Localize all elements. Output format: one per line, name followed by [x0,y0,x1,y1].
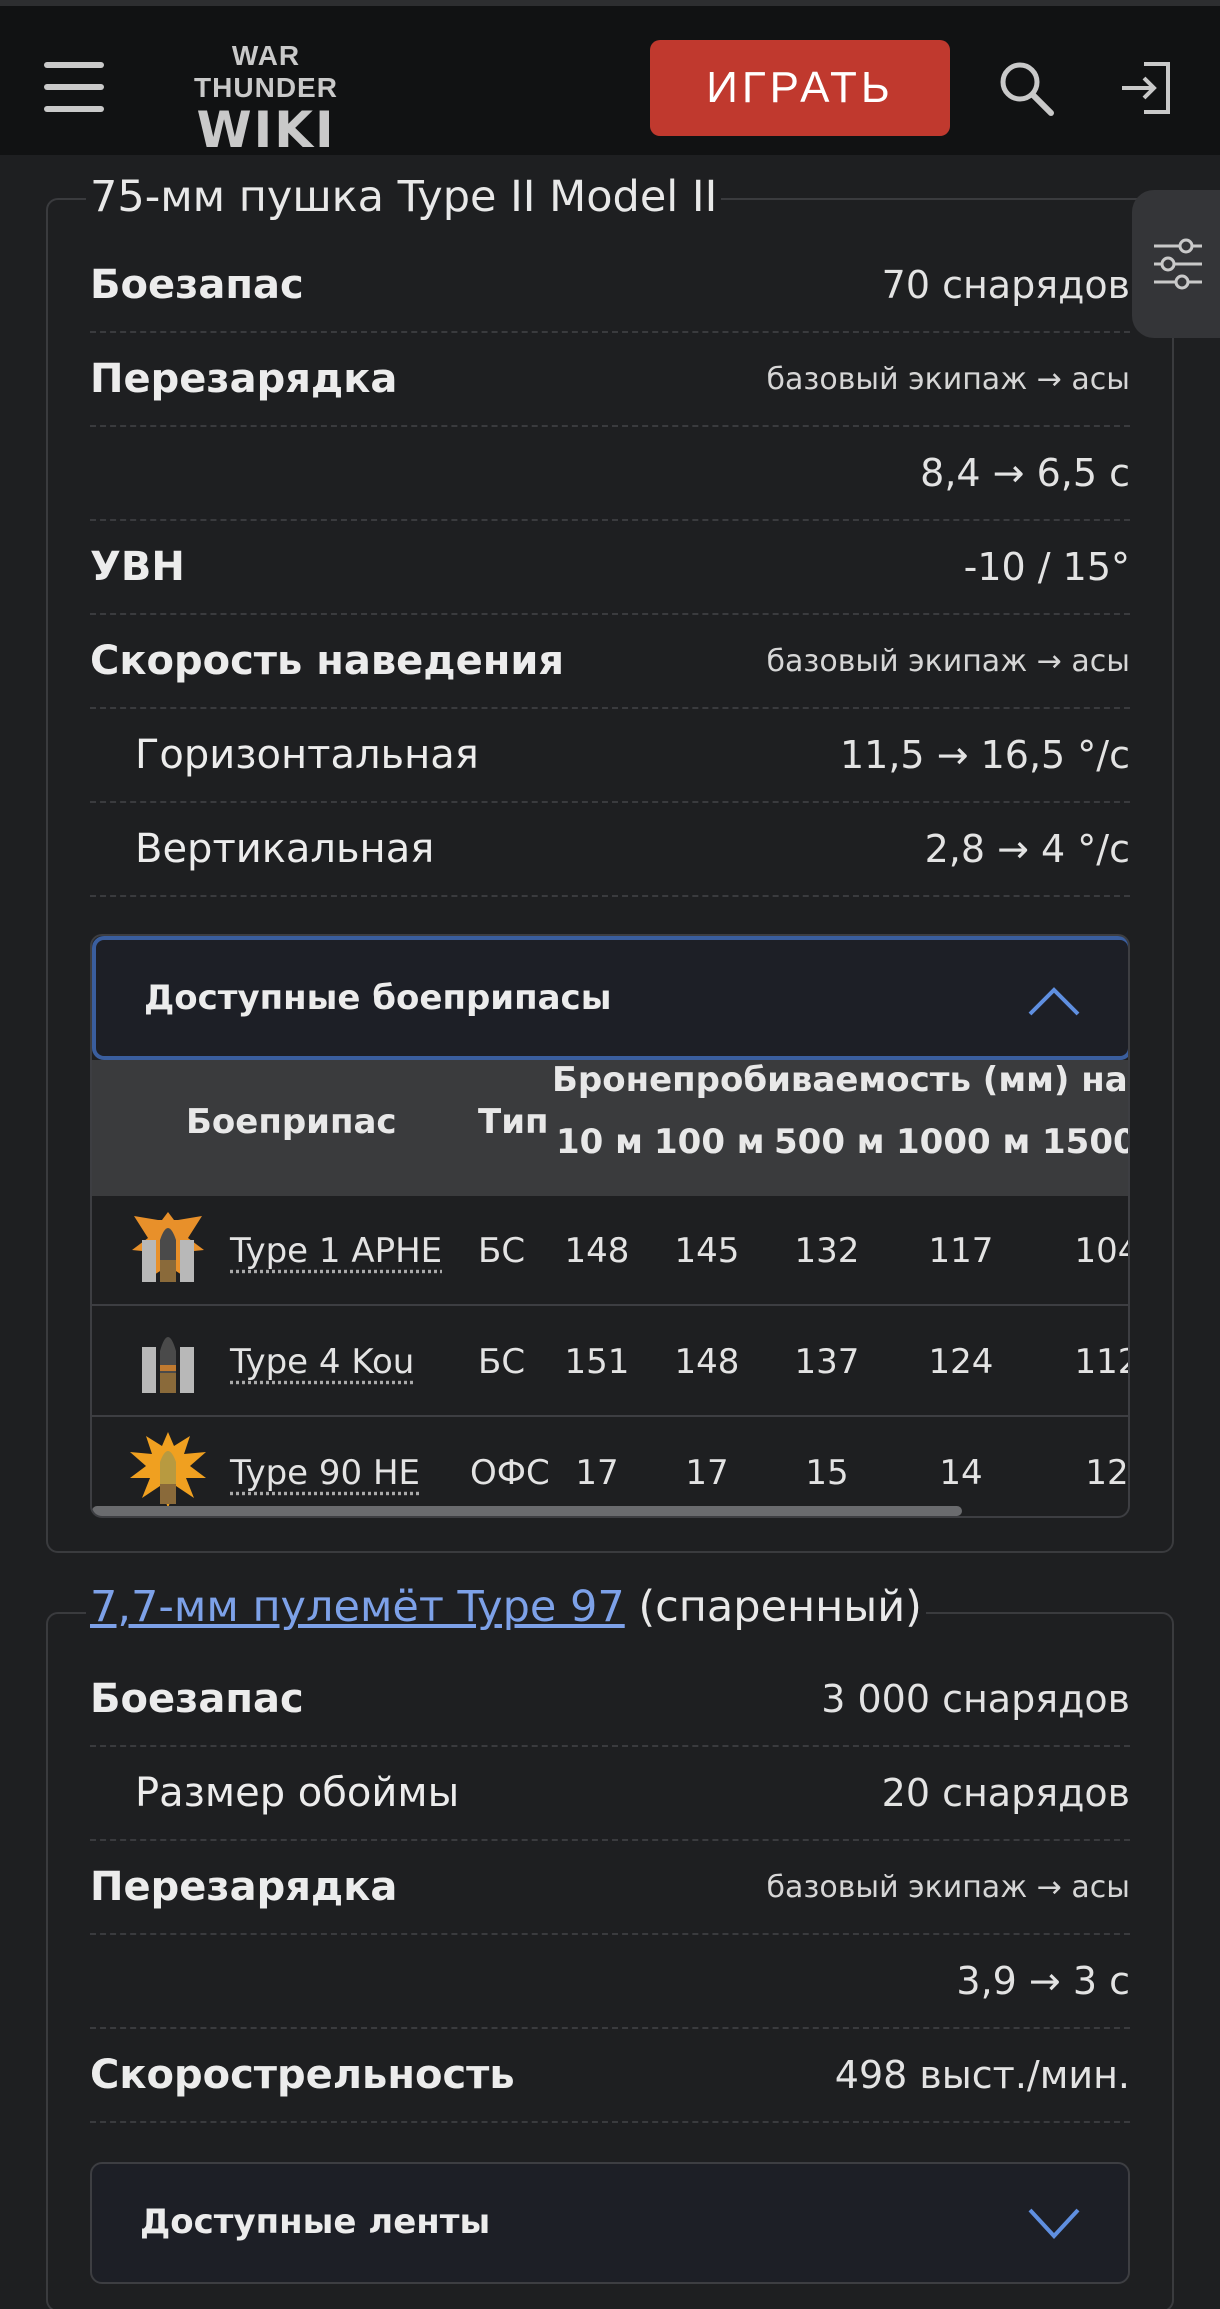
belts-toggle[interactable]: Доступные ленты [90,2162,1130,2284]
search-icon[interactable] [996,58,1056,118]
shell-name-link[interactable]: Type 90 HE [230,1418,420,1516]
shell-name-link[interactable]: Type 4 Kou [230,1307,414,1417]
mg-title-link[interactable]: 7,7-мм пулемёт Type 97 [90,1582,625,1632]
mg-title: 7,7-мм пулемёт Type 97 (спаренный) [86,1582,926,1632]
mg-row-reload: Перезарядка базовый экипаж → асы [90,1841,1130,1935]
gun-row-reload: Перезарядка базовый экипаж → асы [90,333,1130,427]
gun-row-ammo: Боезапас 70 снарядов [90,239,1130,333]
wiki-logo[interactable]: WAR THUNDER WIKI [166,40,366,156]
ammo-panel: Доступные боеприпасы Боеприпас Тип Броне… [90,934,1130,1518]
table-row: Type 1 APHE БС 148 145 132 117 104 [92,1196,1128,1306]
mg-row-clip: Размер обоймы 20 снарядов [90,1747,1130,1841]
table-row: Type 4 Kou БС 151 148 137 124 112 [92,1307,1128,1417]
table-scrollbar[interactable] [92,1506,962,1516]
ap-shell-icon [142,1337,194,1393]
ammo-table-header: Боеприпас Тип Бронепробиваемость (мм) на… [92,1060,1128,1196]
filter-tab[interactable] [1132,190,1220,338]
gun-row-vertical: Вертикальная 2,8 → 4 °/с [90,803,1130,897]
top-header: WAR THUNDER WIKI ИГРАТЬ [0,0,1220,156]
ammo-toggle[interactable]: Доступные боеприпасы [92,936,1128,1060]
gun-title: 75-мм пушка Type II Model II [86,172,722,222]
mg-row-ammo: Боезапас 3 000 снарядов [90,1653,1130,1747]
aphe-shell-icon [132,1212,204,1282]
play-button[interactable]: ИГРАТЬ [650,40,950,136]
menu-icon[interactable] [44,62,104,112]
gun-row-horizontal: Горизонтальная 11,5 → 16,5 °/с [90,709,1130,803]
chevron-down-icon [1028,2208,1080,2239]
gun-row-traverse: Скорость наведения базовый экипаж → асы [90,615,1130,709]
mg-row-fire-rate: Скорострельность 498 выст./мин. [90,2029,1130,2123]
gun-row-reload-value: 8,4 → 6,5 с [90,427,1130,521]
chevron-up-icon [1028,987,1080,1016]
gun-row-elevation: УВН -10 / 15° [90,521,1130,615]
table-row: Type 90 HE ОФС 17 17 15 14 12 [92,1418,1128,1516]
login-icon[interactable] [1116,58,1176,118]
shell-name-link[interactable]: Type 1 APHE [230,1196,442,1306]
mg-row-reload-value: 3,9 → 3 с [90,1935,1130,2029]
he-shell-icon [130,1432,206,1508]
sliders-icon [1154,238,1202,290]
